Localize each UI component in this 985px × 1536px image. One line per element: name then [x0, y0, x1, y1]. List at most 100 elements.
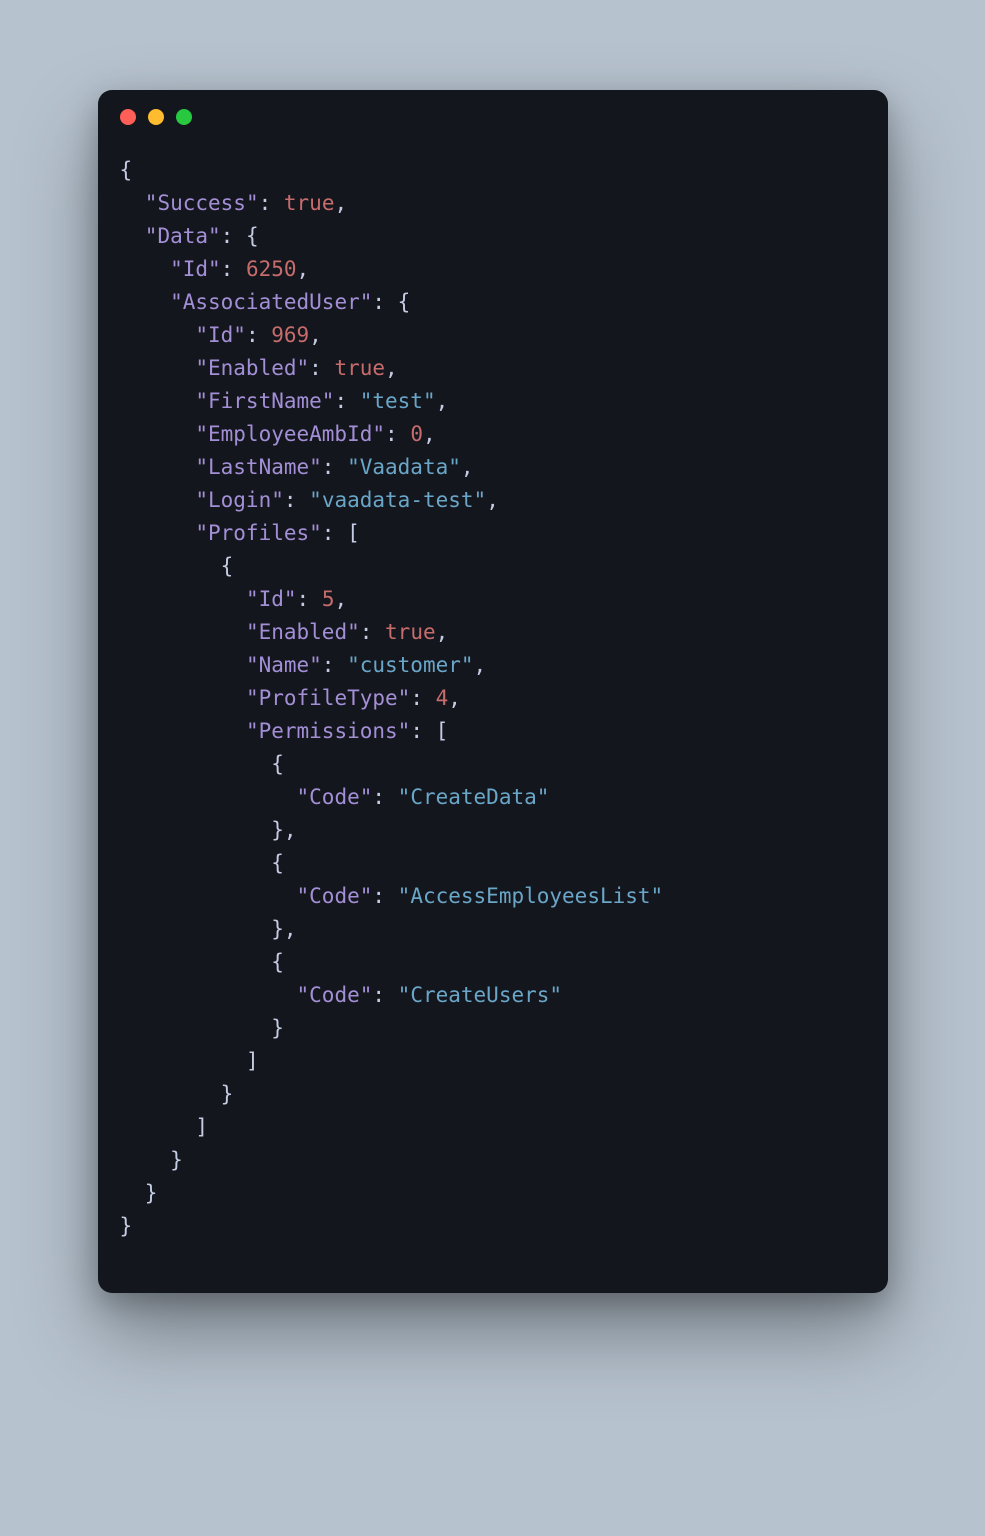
token-punct: :	[322, 455, 347, 479]
token-key: "Permissions"	[246, 719, 410, 743]
code-line: ]	[120, 1111, 866, 1144]
token-string: "vaadata-test"	[309, 488, 486, 512]
token-punct: {	[271, 950, 284, 974]
token-bool: true	[334, 356, 385, 380]
token-punct: ]	[246, 1049, 259, 1073]
code-line: "Data": {	[120, 220, 866, 253]
token-punct: : {	[372, 290, 410, 314]
code-line: "Permissions": [	[120, 715, 866, 748]
maximize-icon[interactable]	[176, 109, 192, 125]
token-key: "Code"	[297, 785, 373, 809]
code-editor[interactable]: { "Success": true, "Data": { "Id": 6250,…	[98, 144, 888, 1293]
token-num: 4	[436, 686, 449, 710]
token-num: 0	[410, 422, 423, 446]
code-line: "Enabled": true,	[120, 616, 866, 649]
token-bool: true	[284, 191, 335, 215]
token-key: "Enabled"	[246, 620, 360, 644]
code-line: "Code": "AccessEmployeesList"	[120, 880, 866, 913]
token-string: "test"	[360, 389, 436, 413]
token-punct: {	[120, 158, 133, 182]
token-punct: }	[120, 1214, 133, 1238]
token-punct: :	[360, 620, 385, 644]
token-punct: ,	[385, 356, 398, 380]
code-line: {	[120, 847, 866, 880]
token-punct: ,	[297, 257, 310, 281]
code-line: },	[120, 814, 866, 847]
code-line: "FirstName": "test",	[120, 385, 866, 418]
token-key: "Id"	[246, 587, 297, 611]
token-key: "Login"	[195, 488, 284, 512]
token-key: "Data"	[145, 224, 221, 248]
token-punct: ]	[195, 1115, 208, 1139]
token-punct: :	[297, 587, 322, 611]
token-punct: {	[271, 752, 284, 776]
code-line: {	[120, 550, 866, 583]
token-num: 6250	[246, 257, 297, 281]
code-line: }	[120, 1210, 866, 1243]
code-line: }	[120, 1144, 866, 1177]
code-line: }	[120, 1012, 866, 1045]
token-punct: }	[221, 1082, 234, 1106]
code-line: "LastName": "Vaadata",	[120, 451, 866, 484]
token-num: 969	[271, 323, 309, 347]
code-line: "Code": "CreateUsers"	[120, 979, 866, 1012]
token-key: "ProfileType"	[246, 686, 410, 710]
code-line: "Id": 5,	[120, 583, 866, 616]
token-punct: },	[271, 917, 296, 941]
token-key: "Enabled"	[195, 356, 309, 380]
token-punct: }	[145, 1181, 158, 1205]
token-punct: ,	[309, 323, 322, 347]
code-line: "ProfileType": 4,	[120, 682, 866, 715]
token-punct: :	[246, 323, 271, 347]
code-line: },	[120, 913, 866, 946]
token-punct: ,	[334, 191, 347, 215]
code-line: "Id": 969,	[120, 319, 866, 352]
code-line: {	[120, 154, 866, 187]
token-punct: }	[271, 1016, 284, 1040]
token-punct: {	[271, 851, 284, 875]
token-punct: }	[170, 1148, 183, 1172]
token-key: "Profiles"	[195, 521, 321, 545]
token-punct: :	[284, 488, 309, 512]
token-string: "CreateData"	[398, 785, 550, 809]
token-key: "FirstName"	[195, 389, 334, 413]
token-punct: :	[385, 422, 410, 446]
token-string: "Vaadata"	[347, 455, 461, 479]
token-punct: ,	[461, 455, 474, 479]
token-punct: :	[259, 191, 284, 215]
token-punct: :	[221, 257, 246, 281]
token-punct: ,	[474, 653, 487, 677]
token-key: "Code"	[297, 983, 373, 1007]
code-line: "EmployeeAmbId": 0,	[120, 418, 866, 451]
token-punct: ,	[448, 686, 461, 710]
code-line: ]	[120, 1045, 866, 1078]
token-punct: :	[309, 356, 334, 380]
token-punct: :	[372, 983, 397, 1007]
token-punct: :	[410, 686, 435, 710]
token-punct: ,	[436, 620, 449, 644]
token-string: "CreateUsers"	[398, 983, 562, 1007]
code-line: {	[120, 946, 866, 979]
token-punct: ,	[436, 389, 449, 413]
token-key: "EmployeeAmbId"	[195, 422, 385, 446]
token-key: "LastName"	[195, 455, 321, 479]
token-punct: :	[334, 389, 359, 413]
token-key: "Id"	[195, 323, 246, 347]
token-punct: :	[372, 884, 397, 908]
code-line: "Id": 6250,	[120, 253, 866, 286]
code-line: "Profiles": [	[120, 517, 866, 550]
code-window: { "Success": true, "Data": { "Id": 6250,…	[98, 90, 888, 1293]
token-key: "Name"	[246, 653, 322, 677]
minimize-icon[interactable]	[148, 109, 164, 125]
code-line: "Enabled": true,	[120, 352, 866, 385]
close-icon[interactable]	[120, 109, 136, 125]
token-bool: true	[385, 620, 436, 644]
code-line: }	[120, 1078, 866, 1111]
token-punct: : [	[410, 719, 448, 743]
token-key: "Id"	[170, 257, 221, 281]
token-string: "customer"	[347, 653, 473, 677]
token-punct: :	[372, 785, 397, 809]
code-line: "Login": "vaadata-test",	[120, 484, 866, 517]
token-punct: {	[221, 554, 234, 578]
code-line: "Name": "customer",	[120, 649, 866, 682]
